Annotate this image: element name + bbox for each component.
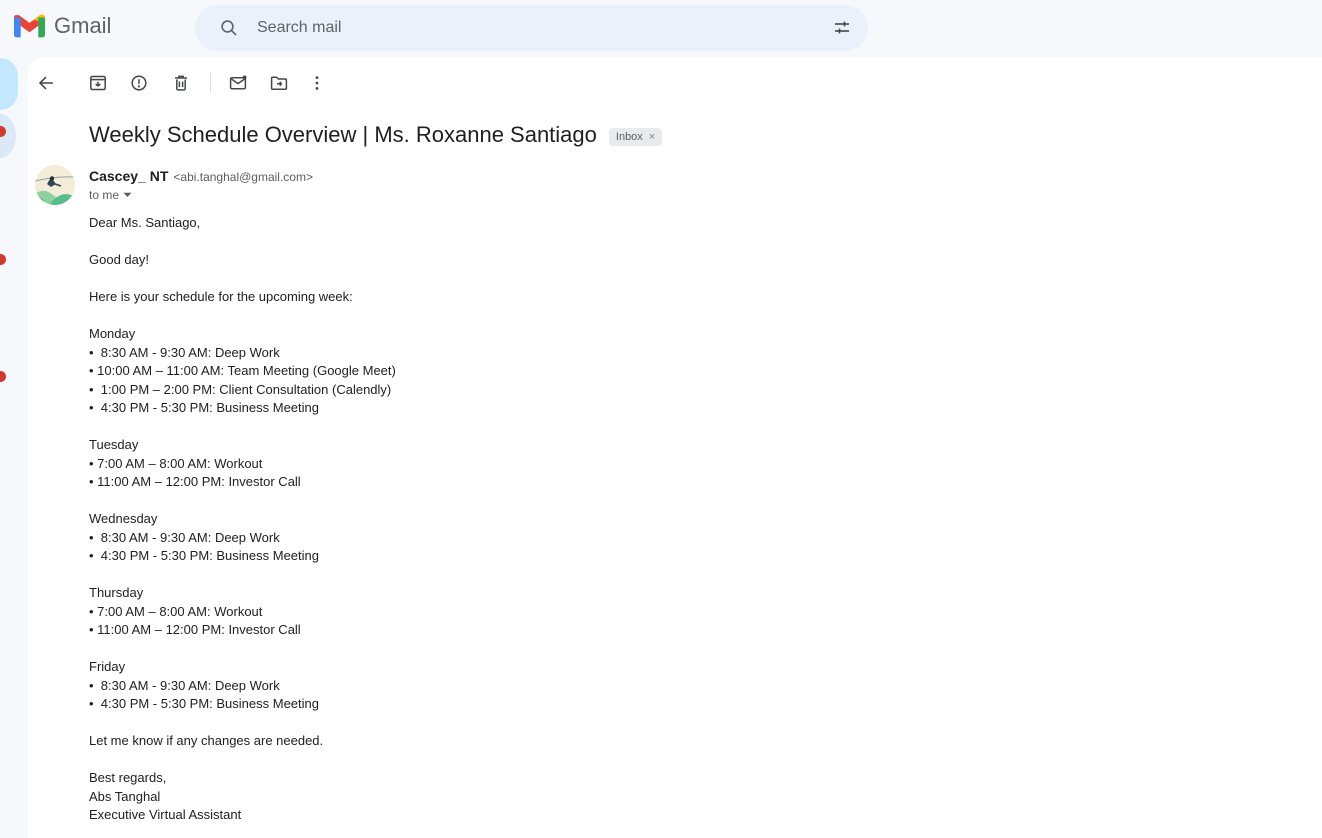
body-line: Best regards, — [89, 770, 167, 785]
report-spam-icon — [131, 75, 147, 91]
body-line: Tuesday — [89, 437, 139, 452]
email-subject: Weekly Schedule Overview | Ms. Roxanne S… — [89, 122, 597, 147]
body-line: Friday — [89, 659, 126, 674]
body-line: Dear Ms. Santiago, — [89, 215, 201, 230]
body-paragraph: Monday • 8:30 AM - 9:30 AM: Deep Work • 10… — [89, 325, 1322, 418]
body-line: • 8:30 AM - 9:30 AM: Deep Work — [89, 344, 280, 360]
body-line: • 1:00 PM – 2:00 PM: Client Consultation… — [89, 381, 392, 397]
notification-dot — [0, 254, 6, 265]
tune-icon[interactable] — [822, 8, 862, 48]
body-line: Thursday — [89, 585, 144, 600]
body-line: • 8:30 AM - 9:30 AM: Deep Work — [89, 529, 280, 545]
sender-name: Cascey_ NT — [89, 168, 169, 184]
toolbar-divider — [210, 73, 211, 93]
gmail-logo-icon — [14, 14, 45, 38]
body-line: Good day! — [89, 252, 149, 267]
body-line: • 11:00 AM – 12:00 PM: Investor Call — [89, 622, 301, 637]
move-to-icon — [270, 76, 288, 90]
body-line: Let me know if any changes are needed. — [89, 733, 324, 748]
body-line: • 10:00 AM – 11:00 AM: Team Meeting (Goo… — [89, 363, 396, 378]
mark-unread-icon — [229, 75, 247, 90]
sender-row: Cascey_ NT <abi.tanghal@gmail.com> to me — [35, 165, 1322, 205]
body-line: • 4:30 PM - 5:30 PM: Business Meeting — [89, 400, 319, 415]
body-paragraph: Thursday • 7:00 AM – 8:00 AM: Workout • 11… — [89, 584, 1322, 640]
more-vert-icon — [315, 76, 319, 90]
body-paragraph: Best regards, Abs Tanghal Executive Virtua… — [89, 769, 1322, 825]
gmail-logo[interactable]: Gmail — [14, 13, 111, 39]
body-line: Executive Virtual Assistant — [89, 807, 242, 822]
archive-icon — [90, 75, 106, 91]
body-line: • 7:00 AM – 8:00 AM: Workout — [89, 455, 263, 471]
archive-button[interactable] — [80, 65, 116, 101]
body-line: • 7:00 AM – 8:00 AM: Workout — [89, 603, 263, 619]
body-line: Abs Tanghal — [89, 788, 161, 804]
email-body: Dear Ms. Santiago, Good day! Here is your … — [89, 214, 1322, 825]
more-options-button[interactable] — [299, 65, 335, 101]
delete-icon — [175, 75, 187, 91]
body-line: • 4:30 PM - 5:30 PM: Business Meeting — [89, 548, 319, 563]
recipient-details-toggle[interactable]: to me — [89, 188, 313, 202]
body-paragraph: Tuesday • 7:00 AM – 8:00 AM: Workout • 11:… — [89, 436, 1322, 492]
move-to-button[interactable] — [261, 65, 297, 101]
inbox-label-chip[interactable]: Inbox × — [608, 128, 663, 146]
body-line: • 11:00 AM – 12:00 PM: Investor Call — [89, 474, 301, 489]
back-icon — [38, 76, 53, 90]
collapsed-compose-pill[interactable] — [0, 58, 18, 110]
email-view: Weekly Schedule Overview | Ms. Roxanne S… — [28, 57, 1322, 838]
subject-row: Weekly Schedule Overview | Ms. Roxanne S… — [89, 121, 1282, 149]
body-paragraph: Here is your schedule for the upcoming w… — [89, 288, 1322, 307]
gmail-logo-text: Gmail — [54, 13, 112, 38]
back-button[interactable] — [28, 65, 64, 101]
sender-meta: Cascey_ NT <abi.tanghal@gmail.com> to me — [89, 165, 313, 202]
body-paragraph: Friday • 8:30 AM - 9:30 AM: Deep Work • 4:… — [89, 658, 1322, 714]
body-line: Here is your schedule for the upcoming w… — [89, 289, 353, 304]
search-input[interactable] — [255, 18, 822, 38]
email-toolbar — [28, 57, 1322, 107]
sender-avatar[interactable] — [35, 165, 75, 205]
body-paragraph: Let me know if any changes are needed. — [89, 732, 1322, 751]
body-line: • 4:30 PM - 5:30 PM: Business Meeting — [89, 696, 319, 711]
body-line: • 8:30 AM - 9:30 AM: Deep Work — [89, 677, 280, 693]
chevron-down-icon — [123, 192, 132, 197]
body-line: Wednesday — [89, 511, 158, 526]
top-bar: Gmail — [0, 0, 1322, 57]
delete-button[interactable] — [163, 65, 199, 101]
search-icon[interactable] — [209, 8, 249, 48]
mark-unread-button[interactable] — [220, 65, 256, 101]
recipient-label: to me — [89, 188, 120, 202]
sender-address: <abi.tanghal@gmail.com> — [173, 170, 313, 184]
body-paragraph: Good day! — [89, 251, 1322, 270]
report-spam-button[interactable] — [121, 65, 157, 101]
body-line: Monday — [89, 326, 136, 341]
body-paragraph: Dear Ms. Santiago, — [89, 214, 1322, 233]
inbox-label-text: Inbox — [615, 131, 643, 143]
search-bar[interactable] — [195, 5, 868, 51]
remove-label-icon[interactable]: × — [649, 131, 655, 143]
notification-dot — [0, 371, 6, 382]
body-paragraph: Wednesday • 8:30 AM - 9:30 AM: Deep Work •… — [89, 510, 1322, 566]
